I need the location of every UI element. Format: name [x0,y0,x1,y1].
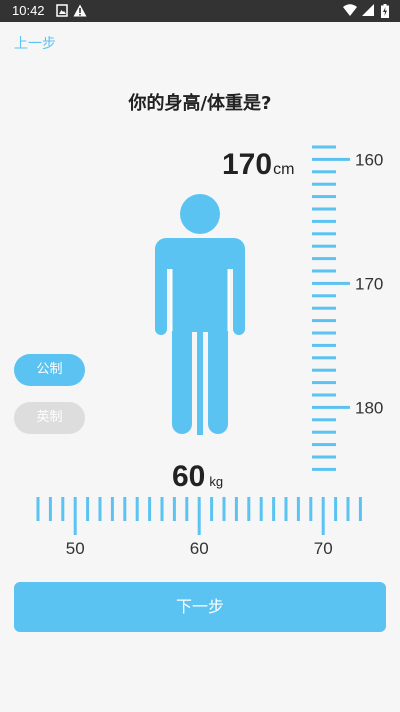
height-minor-tick [312,443,336,447]
height-tick-label: 160 [355,150,383,169]
weight-major-tick [73,497,77,535]
weight-minor-tick [222,497,226,521]
weight-minor-tick [110,497,114,521]
height-minor-tick [312,467,336,471]
back-button[interactable]: 上一步 [14,33,56,53]
page-title: 你的身高/体重是? [128,93,272,114]
height-major-tick [312,405,350,409]
height-minor-tick [312,319,336,323]
weight-minor-tick [247,497,251,521]
weight-minor-tick [123,497,127,521]
weight-minor-tick [358,497,362,521]
photo-icon [56,4,68,17]
weight-minor-tick [272,497,276,521]
battery-icon [381,4,389,18]
weight-value: 60 [172,460,206,493]
height-minor-tick [312,269,336,273]
weight-minor-tick [259,497,263,521]
height-minor-tick [312,207,336,211]
weight-minor-tick [61,497,65,521]
weight-minor-tick [210,497,214,521]
height-ruler[interactable]: 160 170 180 [300,140,400,471]
next-button[interactable]: 下一步 [14,582,386,632]
weight-minor-tick [86,497,90,521]
height-unit: cm [273,161,295,178]
weight-minor-tick [98,497,102,521]
status-time: 10:42 [12,3,45,18]
height-major-tick [312,157,350,161]
weight-ruler[interactable]: 50 60 70 [0,490,400,570]
weight-minor-tick [185,497,189,521]
height-minor-tick [312,356,336,360]
height-minor-tick [312,381,336,385]
weight-minor-tick [48,497,52,521]
wifi-icon [343,4,357,16]
height-minor-tick [312,219,336,223]
height-minor-tick [312,294,336,298]
height-minor-tick [312,195,336,199]
height-minor-tick [312,418,336,422]
weight-tick-label: 60 [190,539,209,558]
weight-minor-tick [160,497,164,521]
height-minor-tick [312,343,336,347]
height-minor-tick [312,145,336,149]
height-minor-tick [312,368,336,372]
weight-readout: 60 kg [172,460,223,494]
height-minor-tick [312,331,336,335]
height-minor-tick [312,170,336,174]
weight-minor-tick [346,497,350,521]
weight-minor-tick [296,497,300,521]
height-minor-tick [312,244,336,248]
weight-minor-tick [334,497,338,521]
warning-icon [73,4,87,17]
height-readout: 170cm [222,148,294,182]
status-bar: 10:42 [0,0,400,22]
height-value: 170 [222,148,273,181]
weight-minor-tick [234,497,238,521]
height-tick-label: 170 [355,274,383,293]
weight-unit: kg [209,474,224,489]
weight-minor-tick [309,497,313,521]
height-minor-tick [312,306,336,310]
height-minor-tick [312,257,336,261]
height-minor-tick [312,430,336,434]
weight-minor-tick [148,497,152,521]
height-major-tick [312,281,350,285]
weight-minor-tick [135,497,139,521]
weight-minor-tick [284,497,288,521]
weight-minor-tick [172,497,176,521]
weight-major-tick [197,497,201,535]
signal-icon [362,4,374,16]
metric-unit-button[interactable]: 公制 [14,354,85,386]
height-minor-tick [312,455,336,459]
height-minor-tick [312,182,336,186]
weight-tick-label: 70 [314,539,333,558]
weight-minor-tick [36,497,40,521]
height-minor-tick [312,232,336,236]
height-minor-tick [312,393,336,397]
imperial-unit-button[interactable]: 英制 [14,402,85,434]
weight-tick-label: 50 [66,539,85,558]
person-figure-icon [155,194,245,435]
height-tick-label: 180 [355,398,383,417]
weight-major-tick [321,497,325,535]
